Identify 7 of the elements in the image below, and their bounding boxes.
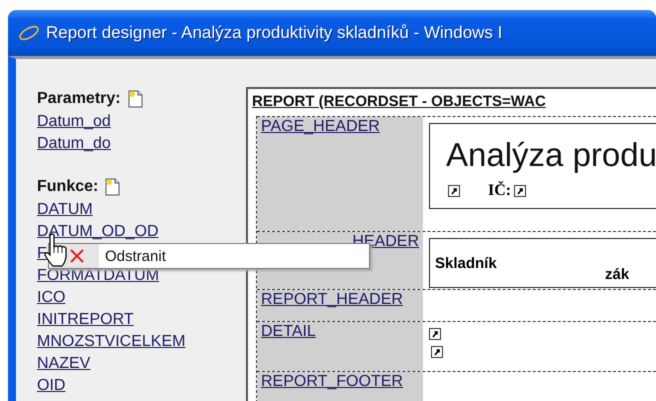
column-heading: zák bbox=[605, 266, 630, 283]
column-heading: Skladník bbox=[434, 254, 497, 272]
field-caption: IČ: bbox=[488, 182, 512, 200]
report-heading: Analýza produ bbox=[445, 135, 656, 174]
section-heading: Parametry: bbox=[37, 90, 121, 108]
window-title: Report designer - Analýza produktivity skladníků - Windows I bbox=[46, 23, 502, 43]
section-heading: Funkce: bbox=[37, 178, 98, 196]
